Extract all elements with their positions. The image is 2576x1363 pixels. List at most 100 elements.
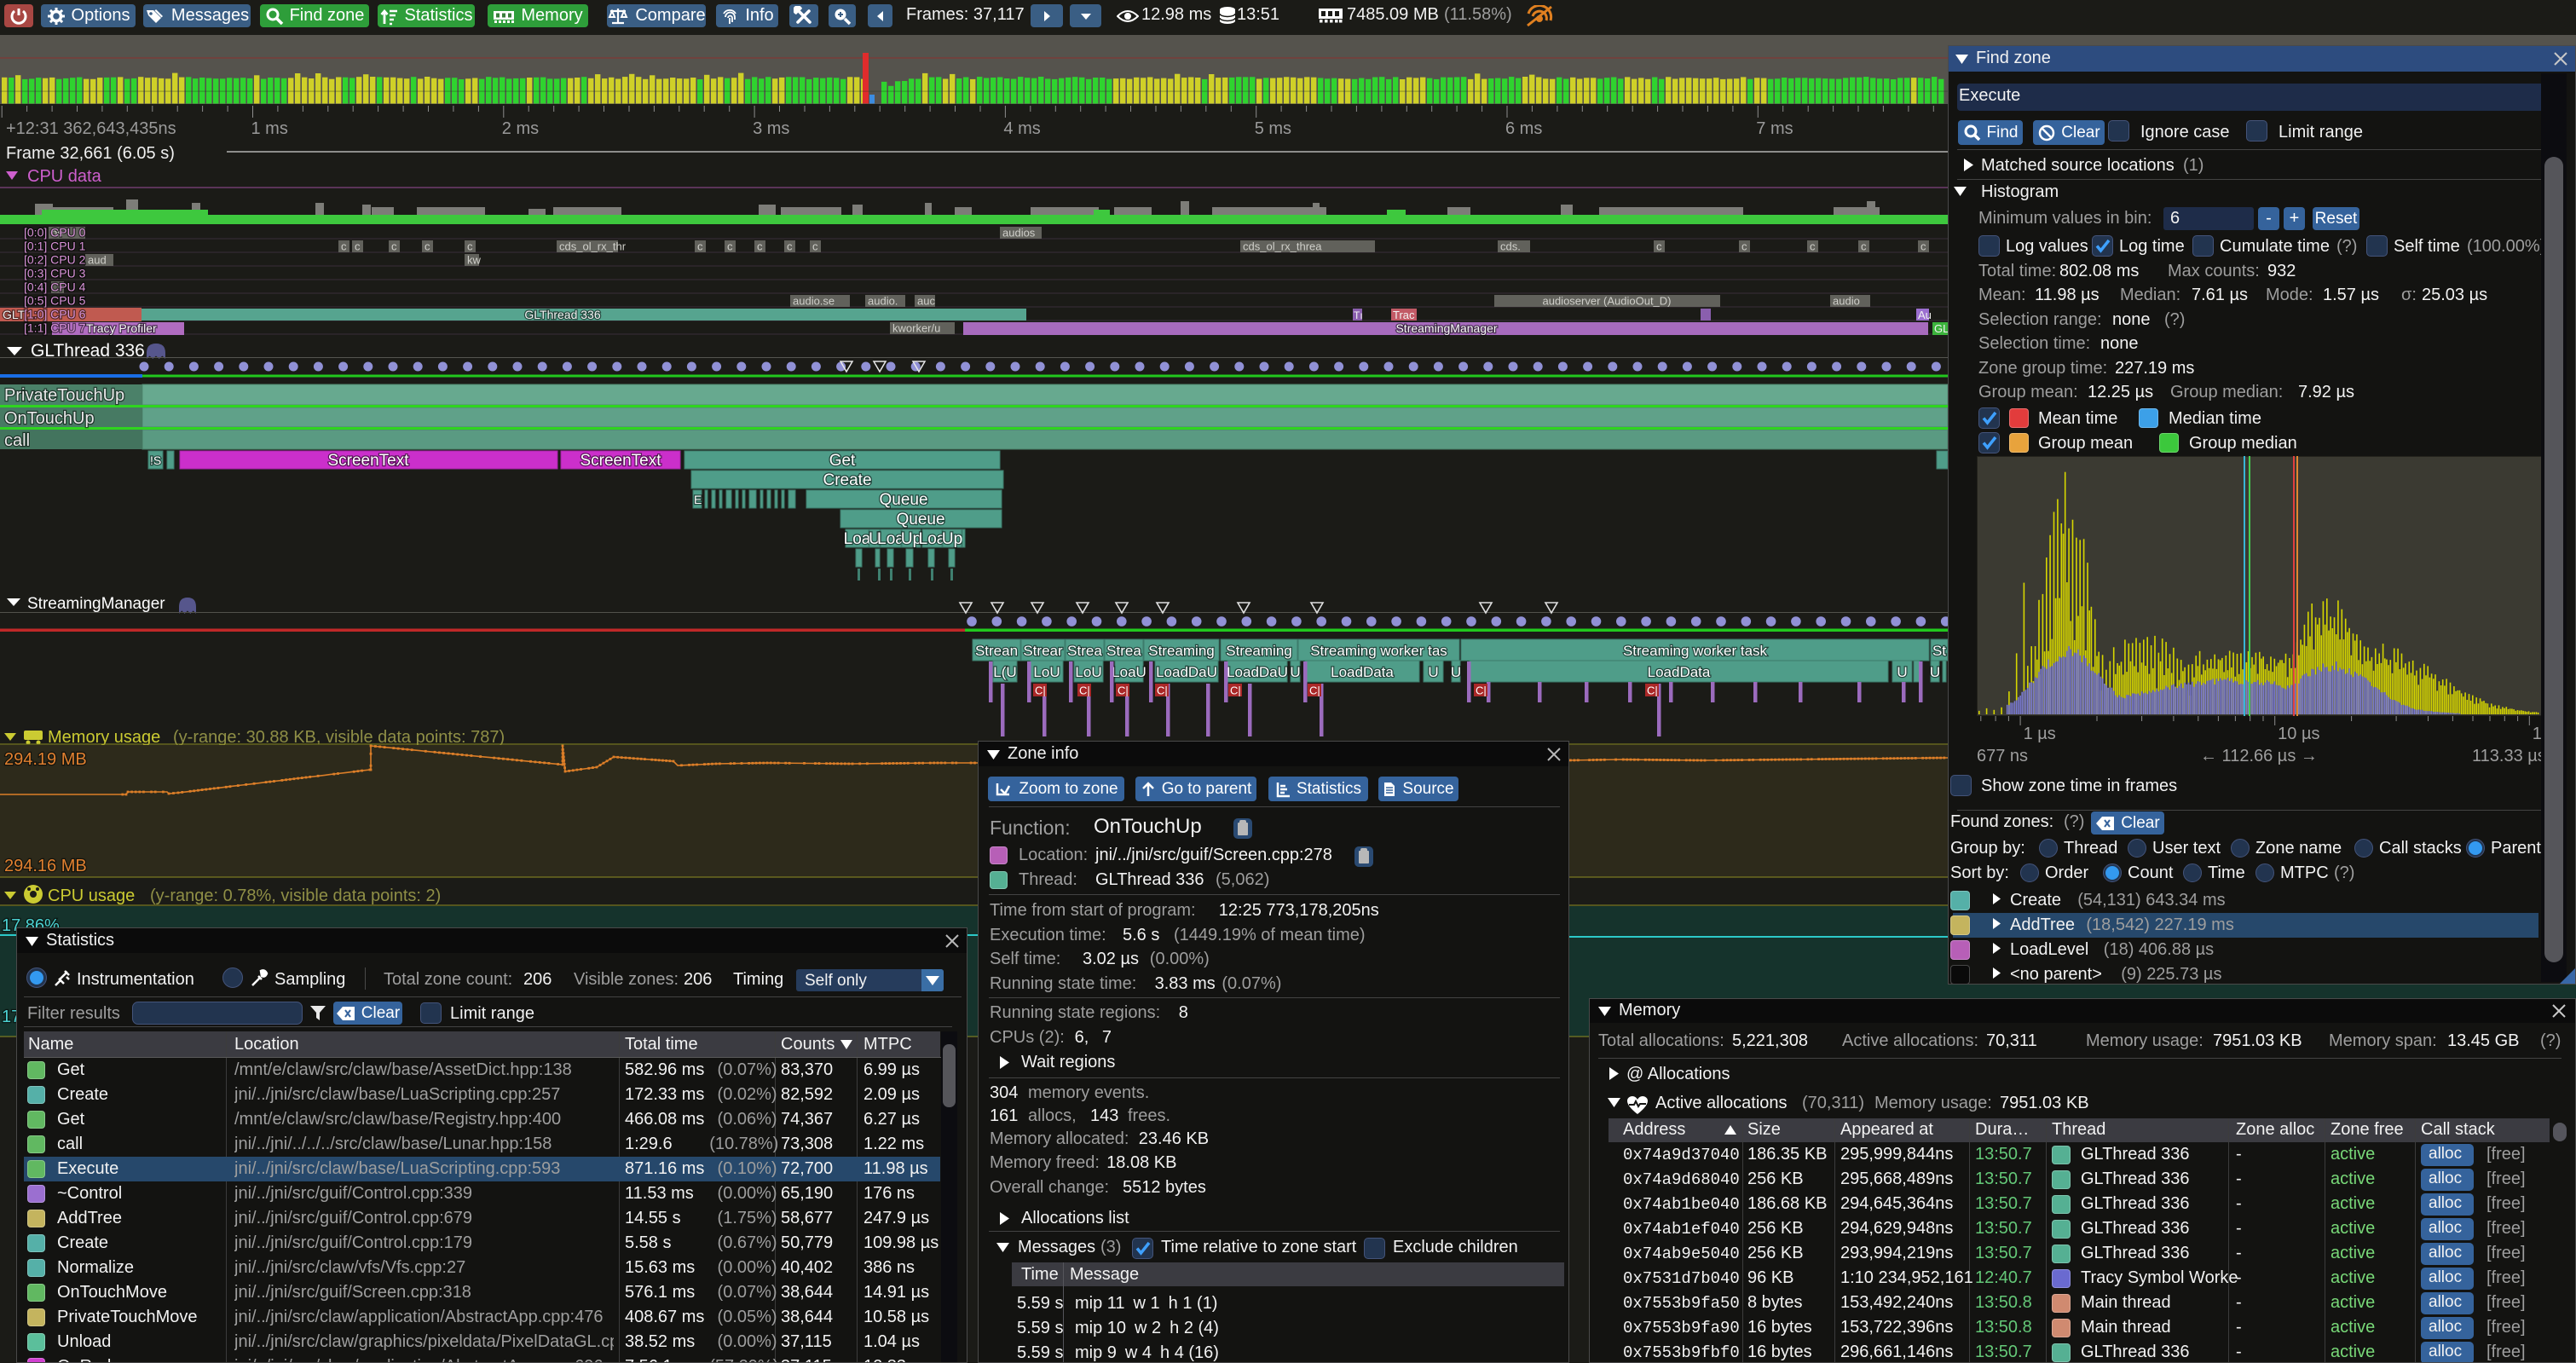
svg-text:3 ms: 3 ms: [753, 119, 789, 138]
svg-text:audio: audio: [1833, 295, 1860, 308]
svg-text:[0:2] CPU 2: [0:2] CPU 2: [24, 253, 86, 267]
svg-text:LoadData: LoadData: [1648, 664, 1711, 680]
svg-text:auc: auc: [917, 295, 935, 308]
svg-text:294.19 MB: 294.19 MB: [4, 750, 87, 769]
svg-text:Streaming worker tas: Streaming worker tas: [1310, 643, 1447, 659]
svg-text:audio.: audio.: [868, 295, 898, 308]
svg-text:1 ms: 1 ms: [251, 119, 288, 138]
svg-text:LoaU: LoaU: [1112, 664, 1146, 680]
svg-text:c: c: [787, 240, 793, 253]
svg-text:GLT: GLT: [3, 308, 26, 321]
svg-text:aud: aud: [88, 254, 107, 267]
svg-text:Loa: Loa: [844, 530, 871, 548]
svg-text:LoU: LoU: [1075, 664, 1101, 680]
svg-text:c: c: [1861, 240, 1867, 253]
svg-text:[0:5] CPU 5: [0:5] CPU 5: [24, 294, 86, 308]
svg-text:+12:31 362,643,435ns: +12:31 362,643,435ns: [6, 119, 176, 138]
svg-text:(y-range: 0.78%, visible data: (y-range: 0.78%, visible data points: 2): [150, 887, 441, 905]
svg-text:Au: Au: [1918, 309, 1932, 321]
svg-text:St: St: [1932, 643, 1946, 659]
svg-text:C|: C|: [1476, 684, 1487, 697]
svg-text:L(U: L(U: [993, 664, 1016, 680]
svg-text:c: c: [341, 240, 347, 253]
svg-text:cds.: cds.: [1500, 240, 1521, 253]
svg-text:C|: C|: [1647, 684, 1658, 697]
svg-text:Queue: Queue: [879, 491, 927, 509]
svg-text:!S: !S: [150, 453, 161, 467]
svg-text:cds_ol_rx_thr: cds_ol_rx_thr: [559, 240, 627, 253]
svg-text:Trac: Trac: [1393, 309, 1415, 321]
svg-text:U: U: [1428, 664, 1438, 680]
svg-text:C|: C|: [1157, 684, 1168, 697]
svg-text:C|: C|: [1230, 684, 1241, 697]
svg-text:[0:3] CPU 3: [0:3] CPU 3: [24, 267, 86, 280]
svg-text:Create: Create: [823, 471, 871, 489]
svg-text:5 ms: 5 ms: [1255, 119, 1291, 138]
svg-text:LoadDaU: LoadDaU: [1156, 664, 1217, 680]
svg-text:StreamingManager: StreamingManager: [27, 595, 165, 613]
svg-text:c: c: [757, 240, 763, 253]
svg-text:ScreenText: ScreenText: [327, 452, 409, 470]
svg-text:U: U: [1930, 664, 1940, 680]
svg-text:Queue: Queue: [896, 511, 944, 528]
svg-text:Up: Up: [942, 530, 962, 548]
svg-text:c: c: [697, 240, 703, 253]
svg-text:CPU usage: CPU usage: [48, 887, 135, 905]
svg-text:audioserver (AudioOut_D): audioserver (AudioOut_D): [1542, 295, 1671, 308]
svg-text:Streaming worker task: Streaming worker task: [1623, 643, 1768, 659]
svg-text:LoadData: LoadData: [1331, 664, 1394, 680]
svg-text:c: c: [391, 240, 397, 253]
svg-text:Tracy Profiler: Tracy Profiler: [86, 321, 157, 335]
svg-text:audio.se: audio.se: [793, 295, 835, 308]
svg-text:[0:0] CPU 0: [0:0] CPU 0: [24, 226, 86, 240]
svg-text:Streaming: Streaming: [1148, 643, 1214, 659]
svg-text:C|: C|: [1309, 684, 1320, 697]
svg-text:c: c: [467, 240, 473, 253]
svg-text:ScreenText: ScreenText: [580, 452, 661, 470]
svg-text:Strear: Strear: [1023, 643, 1063, 659]
svg-text:c: c: [355, 240, 361, 253]
svg-text:c: c: [1741, 240, 1747, 253]
svg-text:4 ms: 4 ms: [1003, 119, 1040, 138]
svg-text:kw: kw: [467, 254, 482, 267]
svg-text:Frame 32,661 (6.05 s): Frame 32,661 (6.05 s): [6, 144, 175, 163]
svg-text:[0:4] CPU 4: [0:4] CPU 4: [24, 280, 86, 294]
svg-text:call: call: [4, 431, 30, 450]
svg-text:StreamingManager: StreamingManager: [1395, 321, 1497, 335]
svg-text:audios: audios: [1002, 227, 1036, 240]
svg-text:U: U: [1897, 664, 1907, 680]
svg-text:c: c: [425, 240, 430, 253]
svg-text:kworker/u: kworker/u: [892, 322, 940, 335]
svg-text:[0:1] CPU 1: [0:1] CPU 1: [24, 240, 86, 253]
svg-text:U: U: [1451, 664, 1461, 680]
svg-text:294.16 MB: 294.16 MB: [4, 857, 87, 875]
svg-text:c: c: [1920, 240, 1926, 253]
svg-text:E: E: [694, 493, 702, 506]
svg-text:GLThread 336: GLThread 336: [524, 308, 600, 321]
svg-text:PrivateTouchUp: PrivateTouchUp: [4, 386, 124, 405]
svg-text:7 ms: 7 ms: [1756, 119, 1793, 138]
svg-text:C|: C|: [1118, 684, 1129, 697]
svg-text:Strea: Strea: [1106, 643, 1141, 659]
svg-text:c: c: [1810, 240, 1816, 253]
svg-text:Strea: Strea: [1067, 643, 1102, 659]
svg-text:U: U: [1290, 664, 1300, 680]
svg-text:6 ms: 6 ms: [1505, 119, 1542, 138]
svg-text:OnTouchUp: OnTouchUp: [4, 409, 95, 428]
svg-text:LoadDaU: LoadDaU: [1227, 664, 1288, 680]
svg-text:Tı: Tı: [1354, 309, 1363, 321]
svg-text:C|: C|: [1035, 684, 1046, 697]
svg-text:c: c: [812, 240, 818, 253]
svg-text:C|: C|: [1079, 684, 1090, 697]
svg-text:Get: Get: [829, 452, 856, 470]
svg-text:[1:1] CPU 7: [1:1] CPU 7: [24, 321, 86, 335]
svg-text:Strean: Strean: [975, 643, 1018, 659]
svg-text:GL: GL: [1934, 322, 1949, 335]
svg-text:2 ms: 2 ms: [502, 119, 539, 138]
svg-text:c: c: [1656, 240, 1662, 253]
svg-text:cds_ol_rx_threa: cds_ol_rx_threa: [1243, 240, 1322, 253]
svg-text:Streaming: Streaming: [1226, 643, 1291, 659]
svg-text:[1:0] CPU 6: [1:0] CPU 6: [24, 308, 86, 321]
svg-text:CPU data: CPU data: [27, 167, 102, 186]
svg-text:LoU: LoU: [1033, 664, 1060, 680]
